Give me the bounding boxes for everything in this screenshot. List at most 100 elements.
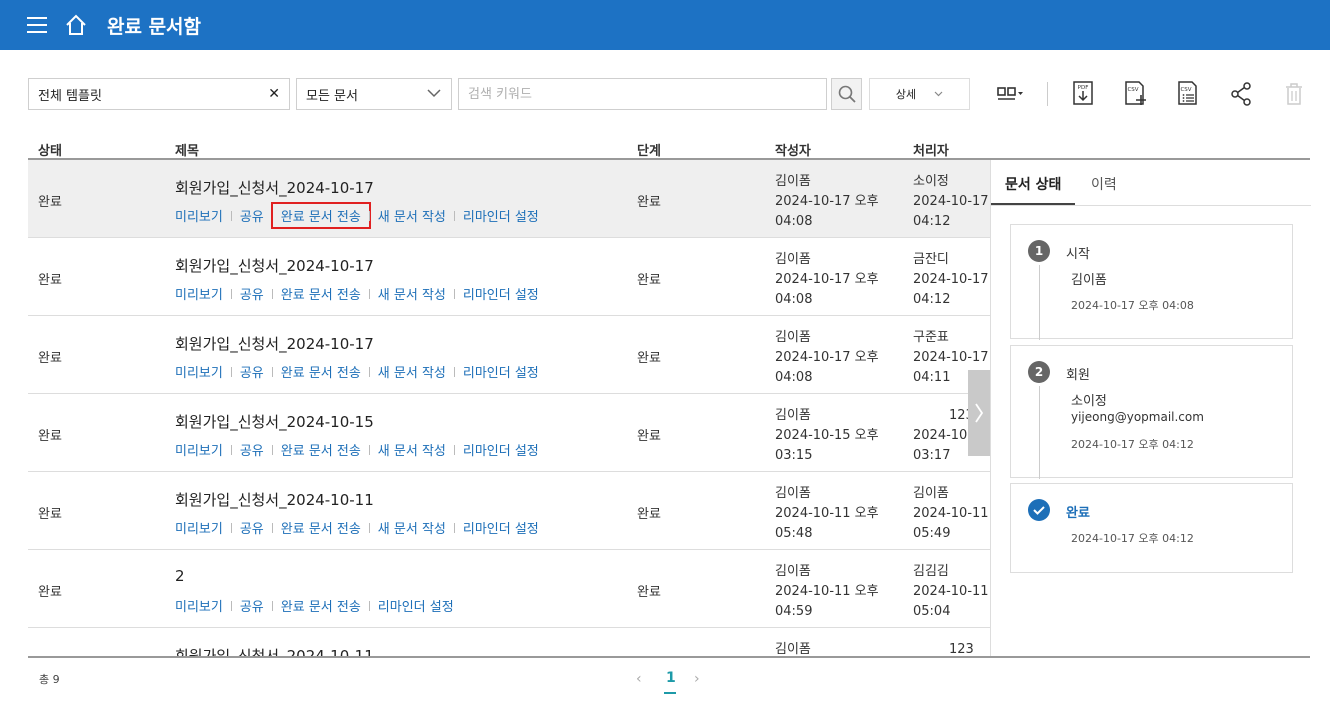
row-action-link[interactable]: 리마인더 설정 [463, 362, 539, 381]
row-action-link[interactable]: 리마인더 설정 [463, 518, 539, 537]
row-title[interactable]: 회원가입_신청서_2024-10-17 [175, 177, 374, 198]
panel-collapse-button[interactable] [968, 370, 990, 456]
row-action-link[interactable]: 미리보기 [175, 596, 223, 615]
pdf-download-icon[interactable]: PDF [1069, 80, 1099, 108]
tab-history[interactable]: 이력 [1091, 174, 1117, 194]
clear-icon[interactable]: ✕ [268, 86, 280, 102]
next-page-icon[interactable]: › [694, 671, 700, 687]
row-title[interactable]: 회원가입_신청서_2024-10-15 [175, 411, 374, 432]
search-button[interactable] [831, 78, 862, 110]
row-action-link[interactable]: 리마인더 설정 [463, 206, 539, 225]
row-actions: 미리보기 공유 완료 문서 전송 새 문서 작성 리마인더 설정 [175, 202, 539, 229]
action-divider [271, 444, 273, 455]
panel-tabs: 문서 상태 이력 [991, 160, 1311, 206]
step-number: 2 [1028, 361, 1050, 383]
search-icon [838, 85, 856, 103]
row-action-link[interactable]: 완료 문서 전송 [281, 596, 361, 615]
share-icon[interactable] [1226, 80, 1256, 108]
page-number[interactable]: 1 [666, 670, 676, 686]
action-divider [368, 288, 370, 299]
row-title[interactable]: 회원가입_신청서_2024-10-11 [175, 489, 374, 510]
author-line: 김이폼 [775, 564, 811, 579]
pagination: ‹ 1 › [630, 668, 710, 696]
row-title[interactable]: 회원가입_신청서_2024-10-17 [175, 333, 374, 354]
row-action-link[interactable]: 리마인더 설정 [463, 440, 539, 459]
author-line: 김이폼 [775, 252, 811, 267]
step-email: yijeong@yopmail.com [1071, 410, 1204, 424]
table-row[interactable]: 완료 회원가입_신청서_2024-10-17 미리보기 공유 완료 문서 전송 새 문서 … [28, 160, 991, 238]
row-action-link[interactable]: 새 문서 작성 [378, 206, 446, 225]
doctype-select[interactable]: 모든 문서 [296, 78, 452, 110]
row-processor: 금잔디 2024-10-17 오 04:12 [913, 250, 991, 310]
row-action-link[interactable]: 미리보기 [175, 362, 223, 381]
csv-list-icon[interactable]: CSV [1174, 80, 1204, 108]
col-author: 작성자 [775, 144, 811, 159]
row-action-link[interactable]: 새 문서 작성 [378, 284, 446, 303]
view-toggle-icon[interactable] [995, 80, 1025, 108]
prev-page-icon[interactable]: ‹ [636, 671, 642, 687]
table-row[interactable]: 완료 2 미리보기 공유 완료 문서 전송 리마인더 설정 완료 김이폼 2024-10-11 … [28, 550, 991, 628]
trash-icon[interactable] [1279, 80, 1309, 108]
search-input[interactable] [468, 86, 808, 102]
row-action-link[interactable]: 완료 문서 전송 [281, 284, 361, 303]
row-action-link[interactable]: 공유 [240, 206, 264, 225]
row-action-link[interactable]: 새 문서 작성 [378, 440, 446, 459]
row-actions: 미리보기 공유 완료 문서 전송 새 문서 작성 리마인더 설정 [175, 440, 539, 459]
table-row[interactable]: 완료 회원가입_신청서_2024-10-17 미리보기 공유 완료 문서 전송 새 문서 … [28, 316, 991, 394]
row-status: 완료 [38, 195, 62, 210]
row-action-link[interactable]: 공유 [240, 518, 264, 537]
row-action-link[interactable]: 새 문서 작성 [378, 518, 446, 537]
processor-line: 123 [949, 642, 974, 656]
row-action-link[interactable]: 새 문서 작성 [378, 362, 446, 381]
hamburger-menu-icon[interactable] [27, 17, 47, 33]
table-row[interactable]: 완료 회원가입_신청서_2024-10-15 미리보기 공유 완료 문서 전송 새 문서 … [28, 394, 991, 472]
row-action-link[interactable]: 공유 [240, 284, 264, 303]
processor-line: 04:12 [913, 292, 951, 307]
col-processor: 처리자 [913, 144, 949, 159]
author-line: 2024-10-17 오후 [775, 194, 879, 209]
action-divider [453, 444, 455, 455]
table-row[interactable]: 완료 회원가입_신청서_2024-10-11 미리보기 공유 완료 문서 전송 새 문서 … [28, 472, 991, 550]
row-action-link[interactable]: 미리보기 [175, 284, 223, 303]
row-action-link[interactable]: 리마인더 설정 [378, 596, 454, 615]
row-author: 김이폼 2024-10-17 오후 04:08 [775, 250, 879, 310]
author-line: 2024-10-17 오후 [775, 272, 879, 287]
action-divider [453, 366, 455, 377]
chevron-right-icon [975, 403, 984, 423]
row-title[interactable]: 2 [175, 567, 185, 585]
row-action-link[interactable]: 공유 [240, 440, 264, 459]
tab-document-status[interactable]: 문서 상태 [1005, 174, 1061, 194]
row-action-link[interactable]: 미리보기 [175, 206, 223, 225]
row-action-link[interactable]: 완료 문서 전송 [281, 362, 361, 381]
row-title[interactable]: 회원가입_신청서_2024-10-11 [175, 645, 374, 656]
csv-add-icon[interactable]: CSV [1121, 80, 1151, 108]
row-action-link[interactable]: 공유 [240, 596, 264, 615]
step-user: 소이정 [1071, 394, 1107, 409]
toolbar-divider [1047, 82, 1048, 106]
row-action-link[interactable]: 리마인더 설정 [463, 284, 539, 303]
action-divider [230, 444, 232, 455]
step-name: 완료 [1066, 506, 1090, 521]
template-select-value: 전체 템플릿 [38, 88, 102, 104]
table-row[interactable]: 완료 회원가입_신청서_2024-10-17 미리보기 공유 완료 문서 전송 새 문서 … [28, 238, 991, 316]
detail-dropdown[interactable]: 상세 [869, 78, 970, 110]
chevron-down-icon [427, 89, 441, 98]
row-action-link[interactable]: 공유 [240, 362, 264, 381]
table-header: 상태 제목 단계 작성자 처리자 [28, 138, 1310, 160]
author-line: 04:59 [775, 604, 813, 619]
home-icon[interactable] [64, 14, 88, 36]
row-status: 완료 [38, 507, 62, 522]
row-actions: 미리보기 공유 완료 문서 전송 새 문서 작성 리마인더 설정 [175, 362, 539, 381]
processor-line: 05:49 [913, 526, 951, 541]
row-action-link[interactable]: 미리보기 [175, 440, 223, 459]
row-action-link[interactable]: 완료 문서 전송 [281, 440, 361, 459]
row-action-link[interactable]: 미리보기 [175, 518, 223, 537]
row-action-link[interactable]: 완료 문서 전송 [281, 518, 361, 537]
row-title[interactable]: 회원가입_신청서_2024-10-17 [175, 255, 374, 276]
table-row[interactable]: 회원가입_신청서_2024-10-11 김이폼 123 [28, 628, 991, 656]
row-stage: 완료 [637, 273, 661, 288]
processor-line: 05:04 [913, 604, 951, 619]
row-action-link[interactable]: 완료 문서 전송 [270, 202, 371, 229]
author-line: 04:08 [775, 292, 813, 307]
template-select[interactable]: 전체 템플릿 ✕ [28, 78, 290, 110]
